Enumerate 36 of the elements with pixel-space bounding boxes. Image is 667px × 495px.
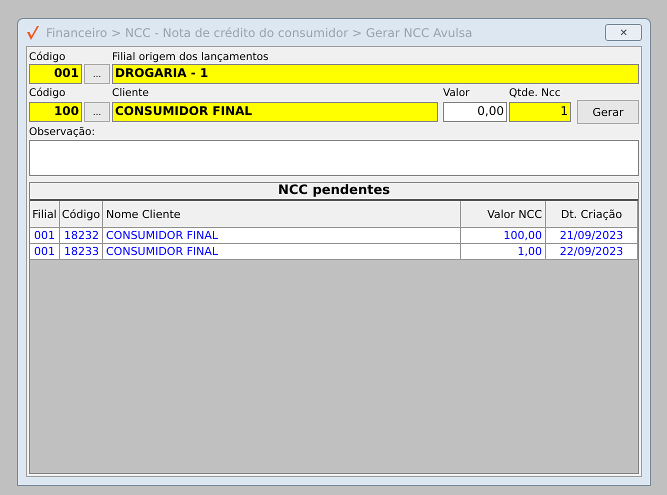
table-cell: 21/09/2023 [546,228,638,244]
table-cell: 001 [30,228,60,244]
table-cell: 100,00 [461,228,546,244]
customer-label: Cliente [112,87,150,100]
quantity-field[interactable]: 1 [509,102,571,122]
customer-name-field[interactable]: CONSUMIDOR FINAL [112,102,438,122]
table-cell: 18233 [60,244,103,260]
column-header[interactable]: Código [60,201,103,228]
column-header[interactable]: Dt. Criação [546,201,638,228]
amount-label: Valor [443,87,470,100]
branch-name-field[interactable]: DROGARIA - 1 [112,64,639,84]
column-header[interactable]: Nome Cliente [103,201,461,228]
branch-lookup-button[interactable]: ... [84,64,110,84]
branch-code-field[interactable]: 001 [29,64,82,84]
table-cell: 22/09/2023 [546,244,638,260]
table-cell: 1,00 [461,244,546,260]
table-cell: CONSUMIDOR FINAL [103,244,461,260]
close-button[interactable]: ✕ [605,24,642,41]
window-title: Financeiro > NCC - Nota de crédito do consumidor > Gerar NCC Avulsa [46,26,472,40]
table-cell: CONSUMIDOR FINAL [103,228,461,244]
branch-label: Filial origem dos lançamentos [112,51,270,64]
table-cell: 18232 [60,228,103,244]
customer-code-field[interactable]: 100 [29,102,82,122]
notes-label: Observação: [29,126,95,138]
code-label: Código [29,87,66,100]
column-header[interactable]: Valor NCC [461,201,546,228]
notes-field[interactable] [29,140,639,176]
table-title: NCC pendentes [30,183,638,201]
check-logo-icon [26,24,40,40]
code-label: Código [29,51,66,64]
amount-field[interactable]: 0,00 [443,102,507,122]
table-cell: 001 [30,244,60,260]
quantity-label: Qtde. Ncc [509,87,562,100]
generate-button[interactable]: Gerar [577,100,639,124]
customer-lookup-button[interactable]: ... [84,102,110,122]
column-header[interactable]: Filial [30,201,60,228]
